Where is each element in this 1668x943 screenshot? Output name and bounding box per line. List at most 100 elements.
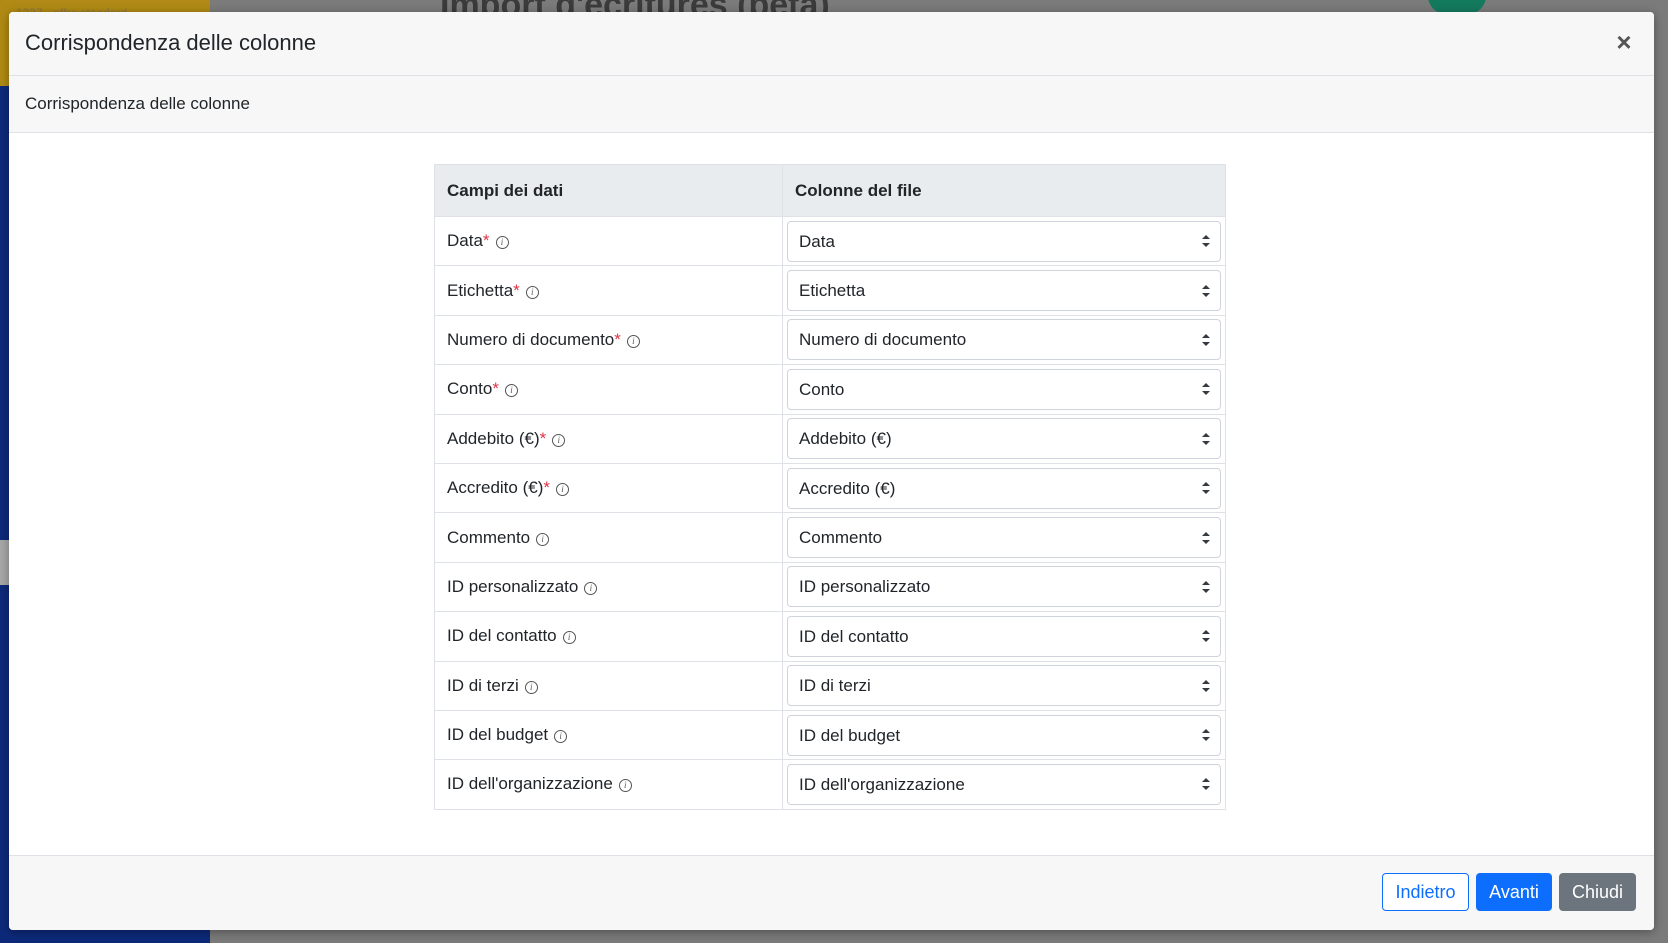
column-select-value: Conto — [799, 379, 845, 399]
modal-title: Corrispondenza delle colonne — [25, 30, 317, 55]
info-circle-icon[interactable]: i — [505, 384, 518, 398]
column-select[interactable]: Addebito (€) — [787, 418, 1221, 460]
select-arrows-icon — [1202, 383, 1210, 396]
select-arrows-icon — [1202, 333, 1210, 346]
info-circle-icon[interactable]: i — [536, 532, 550, 546]
back-button[interactable]: Indietro — [1382, 873, 1469, 911]
info-circle-icon[interactable]: i — [525, 285, 539, 299]
close-icon[interactable]: × — [1612, 29, 1636, 55]
data-field-cell: Accredito (€)* i — [434, 462, 783, 514]
column-select[interactable]: Conto — [787, 368, 1221, 410]
file-column-cell: ID di terzi — [782, 660, 1226, 711]
field-label: ID personalizzato — [447, 576, 579, 596]
table-row: Numero di documento* i Numero di documento — [434, 314, 1226, 366]
column-select-value: Accredito (€) — [799, 478, 896, 498]
column-select[interactable]: Commento — [787, 517, 1221, 559]
required-marker: * — [543, 478, 550, 498]
table-row: Commento i Commento — [434, 512, 1226, 563]
required-marker: * — [539, 428, 547, 448]
field-label: ID del contatto — [447, 626, 557, 646]
select-arrows-icon — [1202, 630, 1210, 643]
data-field-cell: Etichetta* i — [434, 265, 783, 316]
data-field-cell: ID del contatto i — [434, 611, 783, 662]
select-arrows-icon — [1202, 531, 1210, 544]
field-label: Numero di documento — [447, 329, 615, 349]
column-select-value: Numero di documento — [799, 330, 967, 350]
next-button[interactable]: Avanti — [1476, 873, 1552, 911]
column-select-value: ID di terzi — [799, 676, 871, 696]
column-select[interactable]: ID del budget — [787, 714, 1221, 756]
column-select-value: ID personalizzato — [799, 577, 931, 597]
file-column-cell: Accredito (€) — [782, 462, 1226, 514]
file-column-cell: Commento — [782, 512, 1226, 563]
column-select[interactable]: ID dell'organizzazione — [787, 763, 1221, 805]
column-select[interactable]: ID del contatto — [787, 615, 1221, 657]
modal-footer: Indietro Avanti Chiudi — [9, 855, 1654, 930]
column-select-value: ID del budget — [799, 725, 901, 745]
select-arrows-icon — [1202, 729, 1210, 742]
column-select[interactable]: Etichetta — [787, 270, 1221, 312]
file-column-cell: Addebito (€) — [782, 413, 1226, 464]
table-row: Etichetta* i Etichetta — [434, 265, 1226, 316]
field-label: ID di terzi — [447, 675, 519, 695]
table-row: Conto* i Conto — [434, 364, 1226, 415]
column-select-value: Commento — [799, 528, 883, 548]
select-arrows-icon — [1202, 778, 1210, 791]
column-select[interactable]: ID di terzi — [787, 665, 1221, 707]
column-select-value: ID del contatto — [799, 626, 909, 646]
field-label: ID del budget — [447, 725, 549, 745]
column-select[interactable]: Data — [787, 220, 1221, 262]
info-circle-icon[interactable]: i — [554, 730, 568, 744]
required-marker: * — [492, 379, 499, 399]
modal-header: Corrispondenza delle colonne × — [9, 12, 1654, 76]
table-row: Data* i Data — [434, 215, 1226, 267]
field-label: Commento — [447, 527, 531, 547]
column-select[interactable]: Accredito (€) — [787, 467, 1221, 509]
info-circle-icon[interactable]: i — [556, 483, 569, 497]
data-field-cell: Data* i — [434, 215, 783, 267]
table-row: ID dell'organizzazione i ID dell'organizza… — [434, 759, 1226, 810]
column-select-value: Etichetta — [799, 281, 866, 301]
column-select-value: Data — [799, 231, 835, 251]
data-field-cell: Conto* i — [434, 364, 783, 415]
info-circle-icon[interactable]: i — [495, 236, 509, 250]
field-label: Etichetta — [447, 280, 514, 300]
required-marker: * — [513, 280, 520, 300]
info-circle-icon[interactable]: i — [618, 779, 632, 793]
file-column-cell: ID personalizzato — [782, 561, 1226, 613]
table-header-row: Campi dei dati Colonne del file — [434, 164, 1226, 217]
file-column-cell: ID dell'organizzazione — [782, 759, 1226, 810]
field-label: ID dell'organizzazione — [447, 774, 613, 794]
file-column-cell: ID del contatto — [782, 611, 1226, 662]
info-circle-icon[interactable]: i — [524, 680, 538, 694]
column-mapping-modal: Corrispondenza delle colonne × Corrispon… — [9, 12, 1654, 930]
table-row: ID del contatto i ID del contatto — [434, 611, 1226, 662]
info-circle-icon[interactable]: i — [584, 581, 598, 595]
data-field-cell: ID personalizzato i — [434, 561, 783, 613]
table-row: Accredito (€)* i Accredito (€) — [434, 462, 1226, 514]
select-arrows-icon — [1202, 482, 1210, 495]
column-select[interactable]: ID personalizzato — [787, 566, 1221, 608]
info-circle-icon[interactable]: i — [626, 334, 640, 348]
file-column-cell: Etichetta — [782, 265, 1226, 316]
column-select-value: Addebito (€) — [799, 429, 892, 449]
select-arrows-icon — [1202, 580, 1210, 593]
table-row: ID personalizzato i ID personalizzato — [434, 561, 1226, 613]
file-column-cell: ID del budget — [782, 709, 1226, 761]
data-field-cell: Addebito (€)* i — [434, 413, 783, 464]
select-arrows-icon — [1202, 235, 1210, 248]
field-label: Addebito (€) — [447, 428, 540, 448]
select-arrows-icon — [1202, 432, 1210, 445]
file-column-cell: Numero di documento — [782, 314, 1226, 366]
table-row: ID del budget i ID del budget — [434, 709, 1226, 761]
close-button[interactable]: Chiudi — [1559, 873, 1636, 911]
data-field-cell: Commento i — [434, 512, 783, 563]
info-circle-icon[interactable]: i — [552, 433, 566, 447]
data-field-cell: Numero di documento* i — [434, 314, 783, 366]
file-column-cell: Data — [782, 215, 1226, 267]
column-select[interactable]: Numero di documento — [787, 319, 1221, 361]
table-row: ID di terzi i ID di terzi — [434, 660, 1226, 711]
info-circle-icon[interactable]: i — [562, 631, 576, 645]
required-marker: * — [614, 329, 621, 349]
column-select-value: ID dell'organizzazione — [799, 774, 965, 794]
